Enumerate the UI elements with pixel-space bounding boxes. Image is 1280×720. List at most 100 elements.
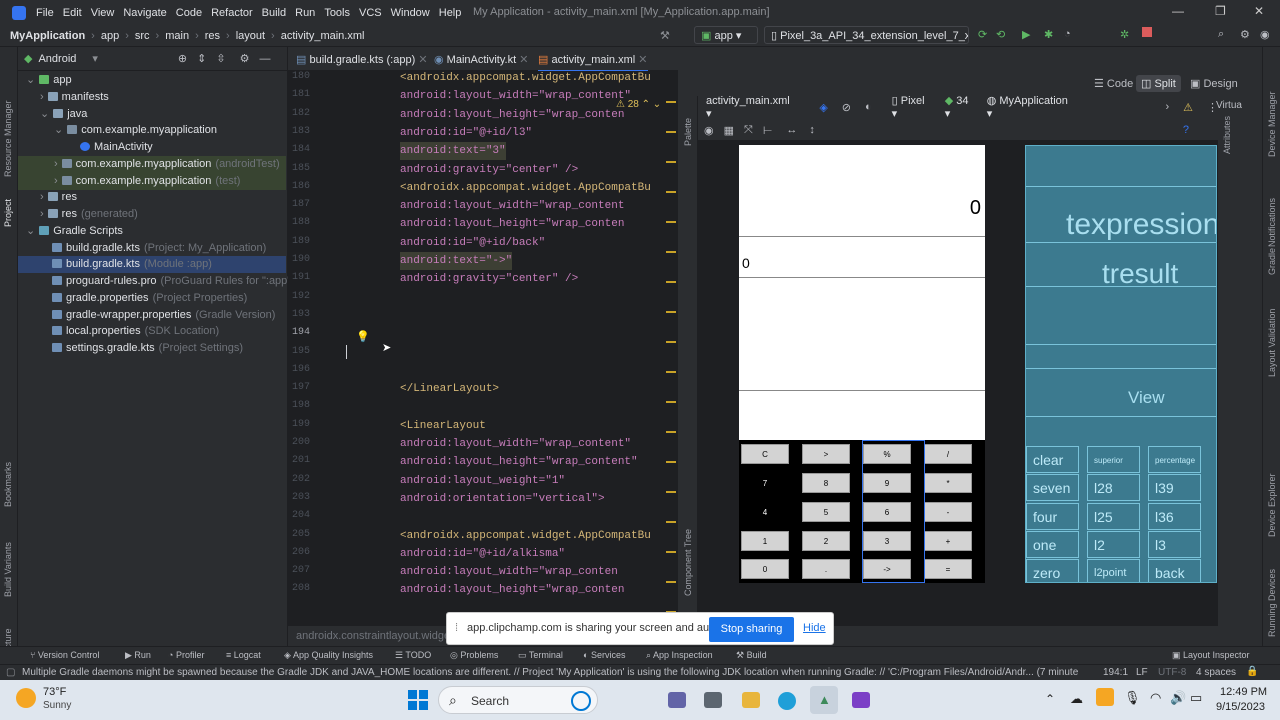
notification-app-icon[interactable] [1096,688,1114,706]
calc-key[interactable]: 0 [741,559,789,579]
calc-key[interactable]: 5 [802,502,850,522]
code-line[interactable]: android:id="@+id/alkisma" [400,545,565,563]
blueprint-cell[interactable]: l28 [1087,474,1140,501]
expand-all-icon[interactable]: ⇕ [197,52,206,65]
breadcrumb-layout[interactable]: layout [236,30,265,42]
build-variants-tab[interactable]: Build Variants [3,542,13,597]
blueprint-cell[interactable]: superior [1087,446,1140,473]
version-control-tab[interactable]: ⑂ Version Control [30,650,99,660]
expand-arrow-icon[interactable]: › [40,91,44,103]
night-mode-icon[interactable]: ◐ [865,101,872,113]
notifications-tab[interactable]: Notifications [1267,198,1277,247]
blueprint-cell[interactable]: l25 [1087,503,1140,530]
code-line[interactable]: android:text="3" [400,142,506,161]
project-tree-item[interactable]: ⌄ com.example.myapplication [18,122,286,139]
clock-time[interactable]: 12:49 PM [1220,686,1267,698]
tab-build-gradle[interactable]: ▤ build.gradle.kts (:app) ✕ [296,53,428,66]
file-encoding[interactable]: UTF-8 [1158,667,1186,678]
theme-selector[interactable]: ◍ MyApplication ▾ [987,94,1076,120]
start-icon[interactable] [408,690,428,710]
calc-key[interactable]: 1 [741,531,789,551]
expand-arrow-icon[interactable]: ⌄ [26,74,35,86]
expand-arrow-icon[interactable]: › [40,191,44,203]
warning-stripe-marker[interactable] [666,221,676,223]
component-tree-tab[interactable]: Component Tree [683,529,693,596]
options-icon[interactable]: ⚙ [240,52,250,65]
clipchamp-icon[interactable] [852,692,870,708]
margins-icon[interactable]: ⊢ [763,124,773,137]
apply-changes-icon[interactable]: ⟳ [978,28,987,41]
volume-icon[interactable]: 🔊 [1170,690,1186,706]
calc-key[interactable]: 4 [741,502,789,522]
constraints-icon[interactable]: ⤧ [744,124,753,137]
project-tree-item[interactable]: local.properties (SDK Location) [18,323,286,340]
warning-stripe-marker[interactable] [666,551,676,553]
height-icon[interactable]: ↕ [809,124,815,136]
calc-key[interactable]: 8 [802,473,850,493]
run-tab[interactable]: ▶ Run [125,650,151,661]
status-message[interactable]: Multiple Gradle daemons might be spawned… [22,667,1082,678]
locale-icon[interactable]: › [1165,101,1169,113]
run-icon[interactable]: ▶ [1022,28,1030,41]
warning-stripe-marker[interactable] [666,401,676,403]
code-line[interactable]: android:text="->" [400,252,513,271]
code-line[interactable]: android:gravity="center" /> [400,161,578,179]
code-mode-button[interactable]: ☰ Code [1094,77,1133,90]
device-dropdown[interactable]: ▯ Pixel_3a_API_34_extension_level_7_x86 [764,26,969,44]
task-view-icon[interactable] [704,692,722,708]
menu-code[interactable]: Code [176,7,202,19]
warning-stripe-marker[interactable] [666,371,676,373]
resource-manager-tab[interactable]: Resource Manager [3,100,13,177]
blueprint-cell[interactable]: back [1148,559,1201,582]
clock-date[interactable]: 9/15/2023 [1216,701,1265,713]
weather-condition[interactable]: Sunny [43,700,71,711]
file-explorer-icon[interactable] [742,692,760,708]
code-line[interactable]: android:id="@+id/back" [400,234,545,252]
assistant-icon[interactable]: ◉ [1260,28,1270,41]
project-tree-item[interactable]: settings.gradle.kts (Project Settings) [18,340,286,357]
width-icon[interactable]: ↔ [786,124,797,136]
caret-position[interactable]: 194:1 [1103,667,1128,678]
lock-icon[interactable]: 🔒 [1246,666,1258,677]
code-line[interactable]: android:layout_width="wrap_content [400,197,624,215]
breadcrumb-src[interactable]: src [135,30,150,42]
warning-stripe-marker[interactable] [666,161,676,163]
virtual-label[interactable]: Virtua [1216,100,1242,111]
expand-arrow-icon[interactable]: › [40,208,44,220]
project-tree-item[interactable]: gradle.properties (Project Properties) [18,290,286,307]
apply-code-changes-icon[interactable]: ⟲ [996,28,1005,41]
project-tree-item[interactable]: gradle-wrapper.properties (Gradle Version… [18,307,286,324]
breadcrumb-res[interactable]: res [205,30,220,42]
code-line[interactable]: android:layout_width="wrap_content" [400,435,631,453]
design-mode-button[interactable]: ▣ Design [1190,77,1238,90]
weather-sun-icon[interactable] [16,688,36,708]
menu-view[interactable]: View [91,7,115,19]
calc-key[interactable]: = [924,559,972,579]
blueprint-cell[interactable]: l36 [1148,503,1201,530]
code-line[interactable]: android:layout_height="wrap_conten [400,215,624,233]
menu-vcs[interactable]: VCS [359,7,382,19]
error-bulb-icon[interactable]: 💡 [356,330,370,343]
breadcrumb-file[interactable]: activity_main.xml [281,30,365,42]
stop-icon[interactable] [1142,27,1152,37]
code-editor[interactable]: 180 181 182 183 184 185 186 187 188 189 190 191 192 1… [288,71,678,626]
profiler-tab[interactable]: ◔ Profiler [168,650,204,660]
expand-arrow-icon[interactable]: ⌄ [54,124,63,136]
calc-key[interactable]: + [924,531,972,551]
blueprint-icon[interactable]: ▦ [724,124,734,137]
menu-window[interactable]: Window [391,7,430,19]
calc-key[interactable]: 7 [741,473,789,493]
warning-stripe-marker[interactable] [666,131,676,133]
code-line[interactable]: </LinearLayout> [400,380,499,398]
api-selector[interactable]: ◆ 34 ▾ [945,94,977,120]
code-line[interactable]: <androidx.appcompat.widget.AppCompatBu [400,71,651,87]
tab-mainactivity[interactable]: ◉ MainActivity.kt ✕ [434,53,528,66]
project-tree-item[interactable]: MainActivity [18,139,286,156]
menu-run[interactable]: Run [295,7,315,19]
menu-build[interactable]: Build [262,7,286,19]
menu-navigate[interactable]: Navigate [123,7,166,19]
eye-icon[interactable]: ◉ [704,124,714,137]
breadcrumb-main[interactable]: main [165,30,189,42]
restore-icon[interactable]: ❐ [1215,4,1226,18]
blueprint-cell[interactable]: l3 [1148,531,1201,558]
